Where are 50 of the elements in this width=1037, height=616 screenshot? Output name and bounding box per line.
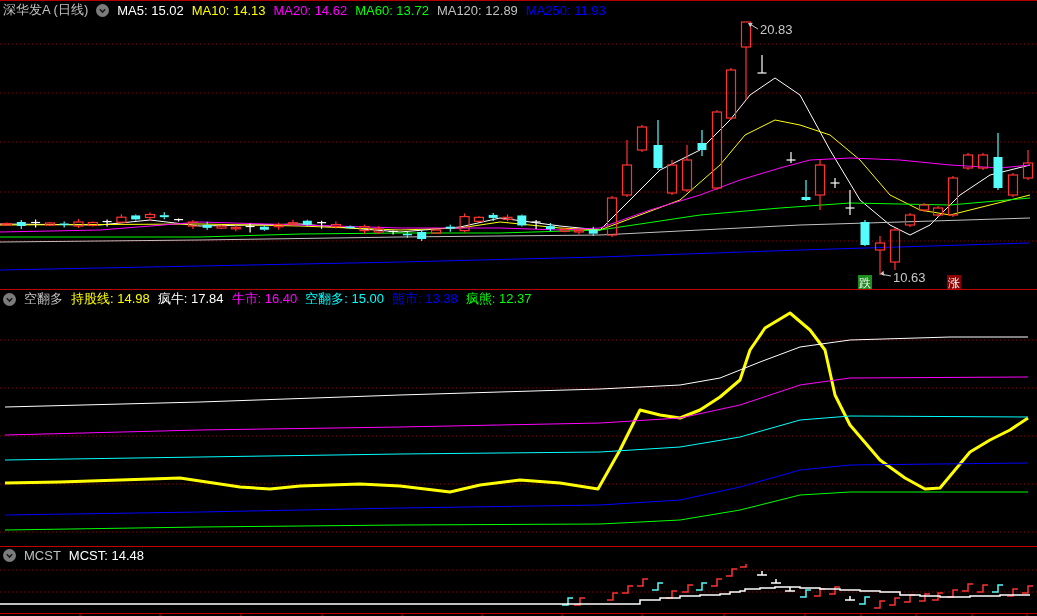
step-marker [799,589,812,598]
leader-arrow [748,22,759,30]
step-marker [828,586,841,595]
chevron-down-icon[interactable] [96,3,110,17]
chevron-down-icon[interactable] [3,292,16,306]
legend-value: 疯熊: 12.37 [465,290,532,308]
leader-arrow [880,270,892,277]
step-marker [621,585,634,594]
step-marker [931,592,944,601]
step-marker [784,586,796,592]
legend-value: MA250: 11.93 [525,2,606,18]
chart-title: MCST [24,548,61,563]
step-marker [1021,585,1034,594]
legend-value: MA10: 14.13 [191,2,266,18]
step-marker [561,597,574,606]
step-marker [710,578,723,587]
step-marker [844,595,856,601]
step-marker [651,582,664,591]
chevron-down-icon[interactable] [3,549,16,562]
step-marker [770,578,782,584]
step-marker [695,582,708,591]
legend-value: 疯牛: 17.84 [157,290,224,308]
chart-title: 深华发A (日线) [3,1,89,19]
high-price-label: 20.83 [760,22,793,37]
legend-value: MCST: 14.48 [68,548,144,563]
step-marker [991,584,1004,593]
legend-value: MA20: 14.62 [273,2,348,18]
legend-value: MA60: 13.72 [355,2,429,18]
signal-badge: 涨 [947,275,961,289]
legend-value: MA5: 15.02 [117,2,184,18]
step-marker [756,570,768,576]
chart-title: 空翻多 [24,290,63,308]
step-marker [681,584,694,593]
legend-value: 持股线: 14.98 [71,290,150,308]
signal-badge: 跌 [858,275,872,289]
legend-value: 熊市: 13.38 [392,290,458,308]
step-marker [961,583,974,592]
step-marker [606,592,619,601]
step-marker [573,597,586,606]
step-marker [888,597,901,606]
legend-value: 空翻多: 15.00 [305,290,385,308]
step-marker [873,600,886,609]
step-marker [976,584,989,593]
legend-value: 牛市: 16.40 [231,290,298,308]
legend-value: MA120: 12.89 [436,2,518,18]
step-marker [858,596,871,605]
step-marker [1006,588,1019,597]
step-marker [918,593,931,602]
step-marker [636,578,649,587]
low-price-label: 10.63 [893,270,926,285]
